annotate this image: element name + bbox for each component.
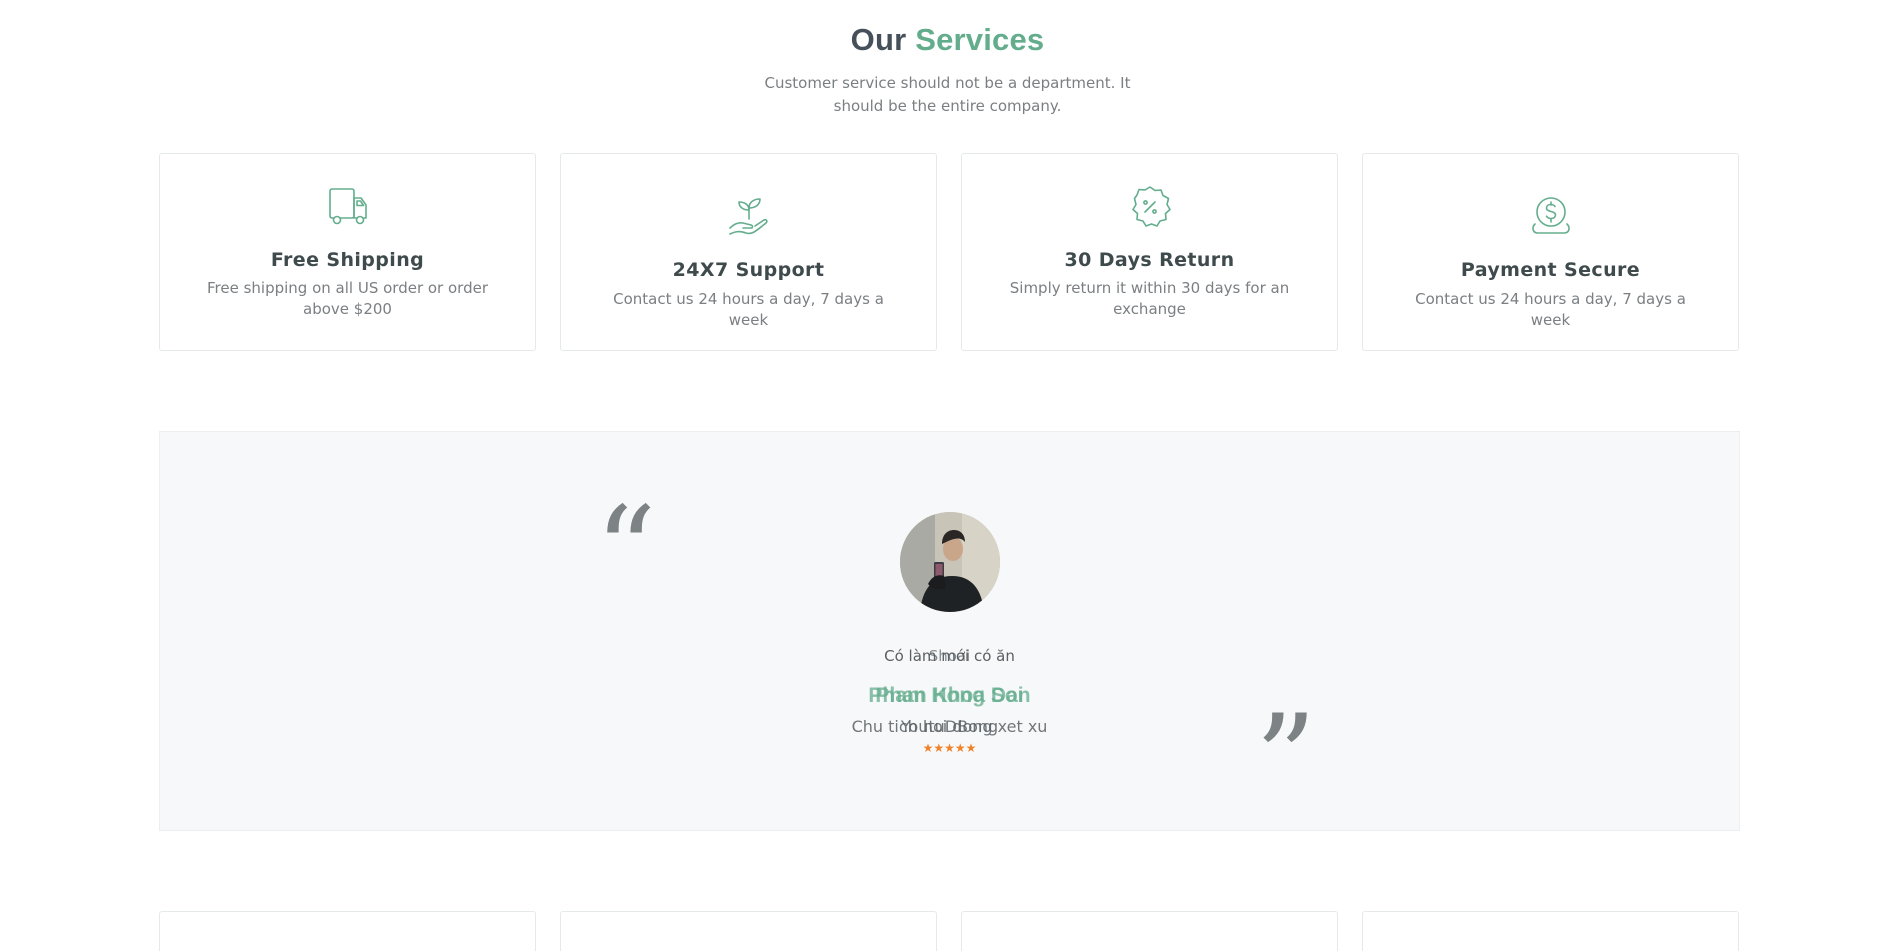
card-placeholder — [961, 911, 1338, 951]
testimonial-role: YoutuDBong — [900, 717, 999, 736]
left-double-quote-icon: “ — [595, 482, 657, 621]
service-title: 30 Days Return — [1064, 249, 1235, 271]
testimonial-message: Shoai — [928, 647, 971, 665]
truck-icon — [325, 184, 371, 230]
avatar — [900, 512, 1000, 612]
service-title: Payment Secure — [1460, 259, 1641, 281]
service-description: Contact us 24 hours a day, 7 days a week — [613, 290, 884, 329]
service-card-free-shipping: Free Shipping Free shipping on all US or… — [159, 153, 536, 351]
card-placeholder — [159, 911, 536, 951]
services-grid: Free Shipping Free shipping on all US or… — [159, 153, 1740, 351]
star-rating: ★★★★★ — [922, 741, 977, 755]
testimonial-slider[interactable]: “ Có làm mới có ăn Pham Hong Son Chu tic… — [159, 431, 1740, 831]
title-part-1: Our — [850, 22, 907, 57]
services-header: Our Services Customer service should not… — [0, 22, 1895, 118]
percent-badge-icon — [1127, 184, 1173, 230]
service-card-return: 30 Days Return Simply return it within 3… — [961, 153, 1338, 351]
card-placeholder — [560, 911, 937, 951]
dollar-coin-hand-icon — [1528, 194, 1574, 240]
next-section-cards — [159, 911, 1740, 951]
section-title: Our Services — [0, 22, 1895, 58]
title-part-2: Services — [915, 22, 1045, 57]
service-title: 24X7 Support — [672, 259, 825, 281]
service-description: Simply return it within 30 days for an e… — [1009, 279, 1290, 318]
testimonial-author: Phan Khoa Dai — [875, 684, 1024, 707]
service-title: Free Shipping — [270, 249, 425, 271]
hand-plant-icon — [726, 192, 772, 238]
service-description: Contact us 24 hours a day, 7 days a week — [1415, 290, 1686, 329]
section-subtitle: Customer service should not be a departm… — [764, 74, 1131, 115]
service-description: Free shipping on all US order or order a… — [207, 279, 488, 318]
service-card-support: 24X7 Support Contact us 24 hours a day, … — [560, 153, 937, 351]
service-card-payment: Payment Secure Contact us 24 hours a day… — [1362, 153, 1739, 351]
right-double-quote-icon: ” — [1255, 690, 1317, 829]
card-placeholder — [1362, 911, 1739, 951]
